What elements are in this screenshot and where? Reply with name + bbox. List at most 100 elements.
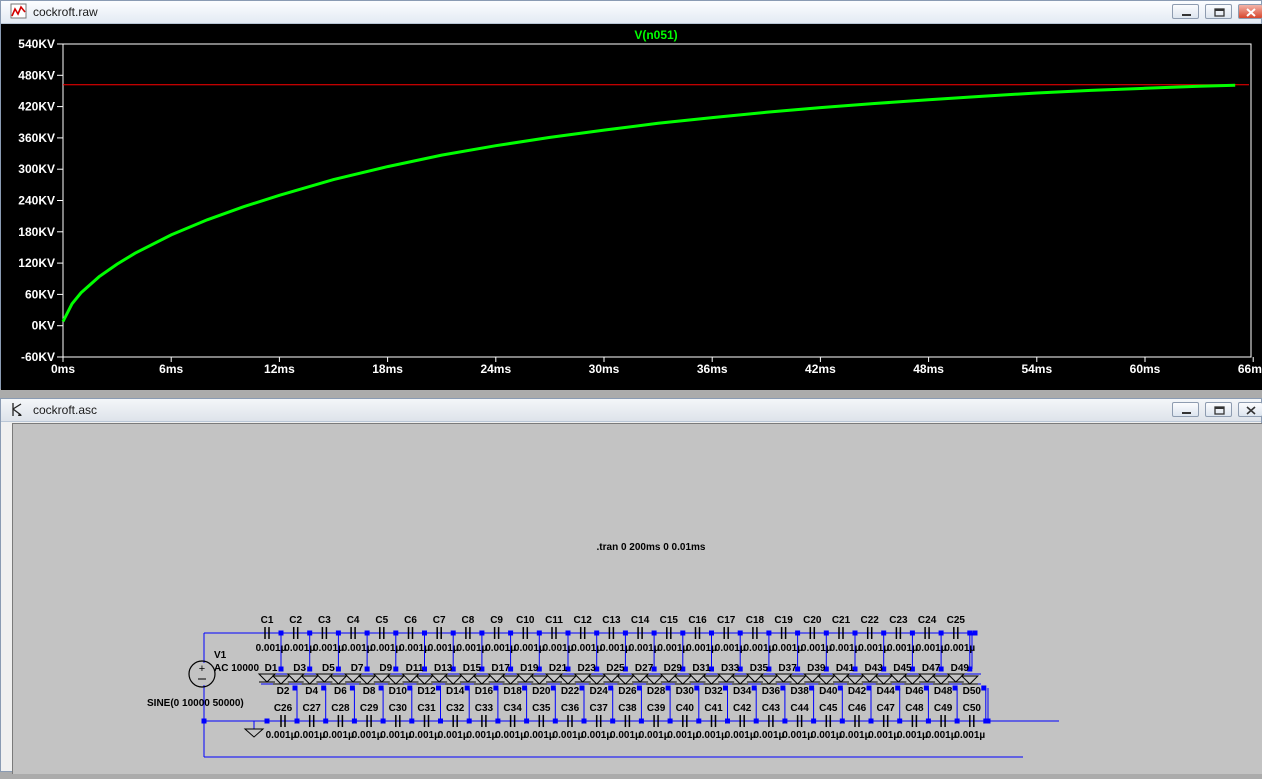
minimize-button[interactable]: [1172, 4, 1199, 19]
diode-d1[interactable]: D1: [257, 663, 278, 683]
diode-d30[interactable]: D30: [673, 675, 695, 697]
diode-d4[interactable]: D4: [300, 675, 319, 697]
capacitor-label: C45: [819, 703, 838, 714]
waveform-chart[interactable]: V(n051) 540KV 480KV 420KV 360KV 300KV 240KV 18…: [1, 24, 1262, 390]
diode-d7[interactable]: D7: [343, 663, 364, 683]
capacitor-value: 0.001µ: [715, 643, 746, 654]
diode-d48[interactable]: D48: [931, 675, 953, 697]
schematic-minimize-button[interactable]: [1172, 402, 1199, 417]
diode-d9[interactable]: D9: [372, 663, 393, 683]
diode-d47[interactable]: D47: [917, 663, 941, 683]
diode-d15[interactable]: D15: [458, 663, 482, 683]
close-button[interactable]: [1238, 4, 1262, 19]
capacitor-value: 0.001µ: [657, 643, 688, 654]
source-function[interactable]: SINE(0 10000 50000): [147, 698, 244, 709]
diode-d2[interactable]: D2: [271, 675, 291, 697]
diode-d18[interactable]: D18: [501, 675, 523, 697]
waveform-window-titlebar[interactable]: cockroft.raw: [1, 1, 1262, 24]
diode-d21[interactable]: D21: [544, 663, 568, 683]
capacitor-label: C26: [274, 703, 293, 714]
diode-d16[interactable]: D16: [472, 675, 494, 697]
diode-d17[interactable]: D17: [487, 663, 511, 683]
capacitor-label: C34: [503, 703, 522, 714]
diode-d37[interactable]: D37: [774, 663, 798, 683]
diode-d34[interactable]: D34: [730, 675, 752, 697]
capacitor-c26[interactable]: C26 0.001µ: [266, 703, 297, 741]
x-tick-label: 42ms: [805, 362, 836, 376]
diode-d10[interactable]: D10: [386, 675, 408, 697]
diode-d24[interactable]: D24: [587, 675, 609, 697]
capacitor-label: C8: [462, 615, 475, 626]
spice-directive[interactable]: .tran 0 200ms 0 0.01ms: [597, 542, 706, 553]
capacitor-label: C27: [303, 703, 322, 714]
diode-d33[interactable]: D33: [716, 663, 740, 683]
junction-dot: [981, 685, 987, 691]
capacitor-label: C16: [688, 615, 707, 626]
diode-d29[interactable]: D29: [659, 663, 683, 683]
junction-dot: [636, 685, 642, 691]
series-v-n051[interactable]: [61, 83, 1236, 323]
diode-label: D31: [692, 663, 711, 674]
capacitor-value: 0.001µ: [887, 643, 918, 654]
diode-d19[interactable]: D19: [516, 663, 539, 683]
diode-label: D4: [305, 686, 318, 697]
diode-d23[interactable]: D23: [573, 663, 597, 683]
source-value[interactable]: AC 10000: [214, 663, 259, 674]
diode-d26[interactable]: D26: [616, 675, 637, 697]
diode-d27[interactable]: D27: [630, 663, 654, 683]
restore-button[interactable]: [1205, 4, 1232, 19]
junction-dot: [201, 718, 207, 724]
capacitor-label: C44: [790, 703, 809, 714]
diode-d39[interactable]: D39: [803, 663, 826, 683]
diode-d31[interactable]: D31: [688, 663, 712, 683]
diode-d50[interactable]: D50: [960, 675, 982, 697]
diode-d43[interactable]: D43: [860, 663, 884, 683]
diode-d25[interactable]: D25: [602, 663, 625, 683]
diode-d49[interactable]: D49: [946, 663, 970, 683]
y-tick-label: 480KV: [18, 68, 55, 82]
diode-label: D34: [733, 686, 752, 697]
diode-d28[interactable]: D28: [644, 675, 666, 697]
diode-d45[interactable]: D45: [889, 663, 912, 683]
schematic-canvas[interactable]: .tran 0 200ms 0 0.01ms + V1 AC 10000 SIN…: [12, 423, 1262, 774]
diode-d40[interactable]: D40: [817, 675, 838, 697]
diode-d3[interactable]: D3: [286, 663, 307, 683]
diode-d13[interactable]: D13: [429, 663, 453, 683]
diode-d6[interactable]: D6: [329, 675, 348, 697]
capacitor-label: C13: [602, 615, 621, 626]
diode-d35[interactable]: D35: [745, 663, 769, 683]
capacitor-value: 0.001µ: [495, 730, 526, 741]
capacitor-label: C31: [417, 703, 436, 714]
capacitor-label: C40: [676, 703, 695, 714]
capacitor-value: 0.001µ: [772, 643, 803, 654]
x-tick-label: 54ms: [1021, 362, 1052, 376]
diode-d11[interactable]: D11: [401, 663, 424, 683]
capacitor-value: 0.001µ: [686, 643, 717, 654]
diode-d22[interactable]: D22: [558, 675, 580, 697]
schematic-drawing[interactable]: .tran 0 200ms 0 0.01ms + V1 AC 10000 SIN…: [13, 424, 1262, 774]
diode-d32[interactable]: D32: [702, 675, 724, 697]
capacitor-label: C9: [490, 615, 503, 626]
diode-d44[interactable]: D44: [874, 675, 896, 697]
waveform-plot-area[interactable]: V(n051) 540KV 480KV 420KV 360KV 300KV 240KV 18…: [1, 24, 1262, 390]
source-name[interactable]: V1: [214, 650, 227, 661]
diode-d12[interactable]: D12: [415, 675, 437, 697]
junction-dot: [837, 685, 843, 691]
schematic-close-button[interactable]: [1238, 402, 1262, 417]
chart-title: V(n051): [634, 28, 677, 42]
junction-dot: [307, 666, 313, 672]
diode-d8[interactable]: D8: [357, 675, 377, 697]
diode-label: D5: [322, 663, 335, 674]
diode-d46[interactable]: D46: [903, 675, 924, 697]
diode-d5[interactable]: D5: [315, 663, 335, 683]
diode-label: D46: [905, 686, 924, 697]
diode-d38[interactable]: D38: [788, 675, 810, 697]
diode-d14[interactable]: D14: [443, 675, 465, 697]
schematic-restore-button[interactable]: [1205, 402, 1232, 417]
schematic-window-titlebar[interactable]: cockroft.asc: [1, 399, 1262, 422]
diode-d41[interactable]: D41: [831, 663, 855, 683]
diode-d42[interactable]: D42: [845, 675, 867, 697]
diode-d36[interactable]: D36: [759, 675, 781, 697]
capacitor-label: C47: [877, 703, 896, 714]
diode-d20[interactable]: D20: [530, 675, 551, 697]
